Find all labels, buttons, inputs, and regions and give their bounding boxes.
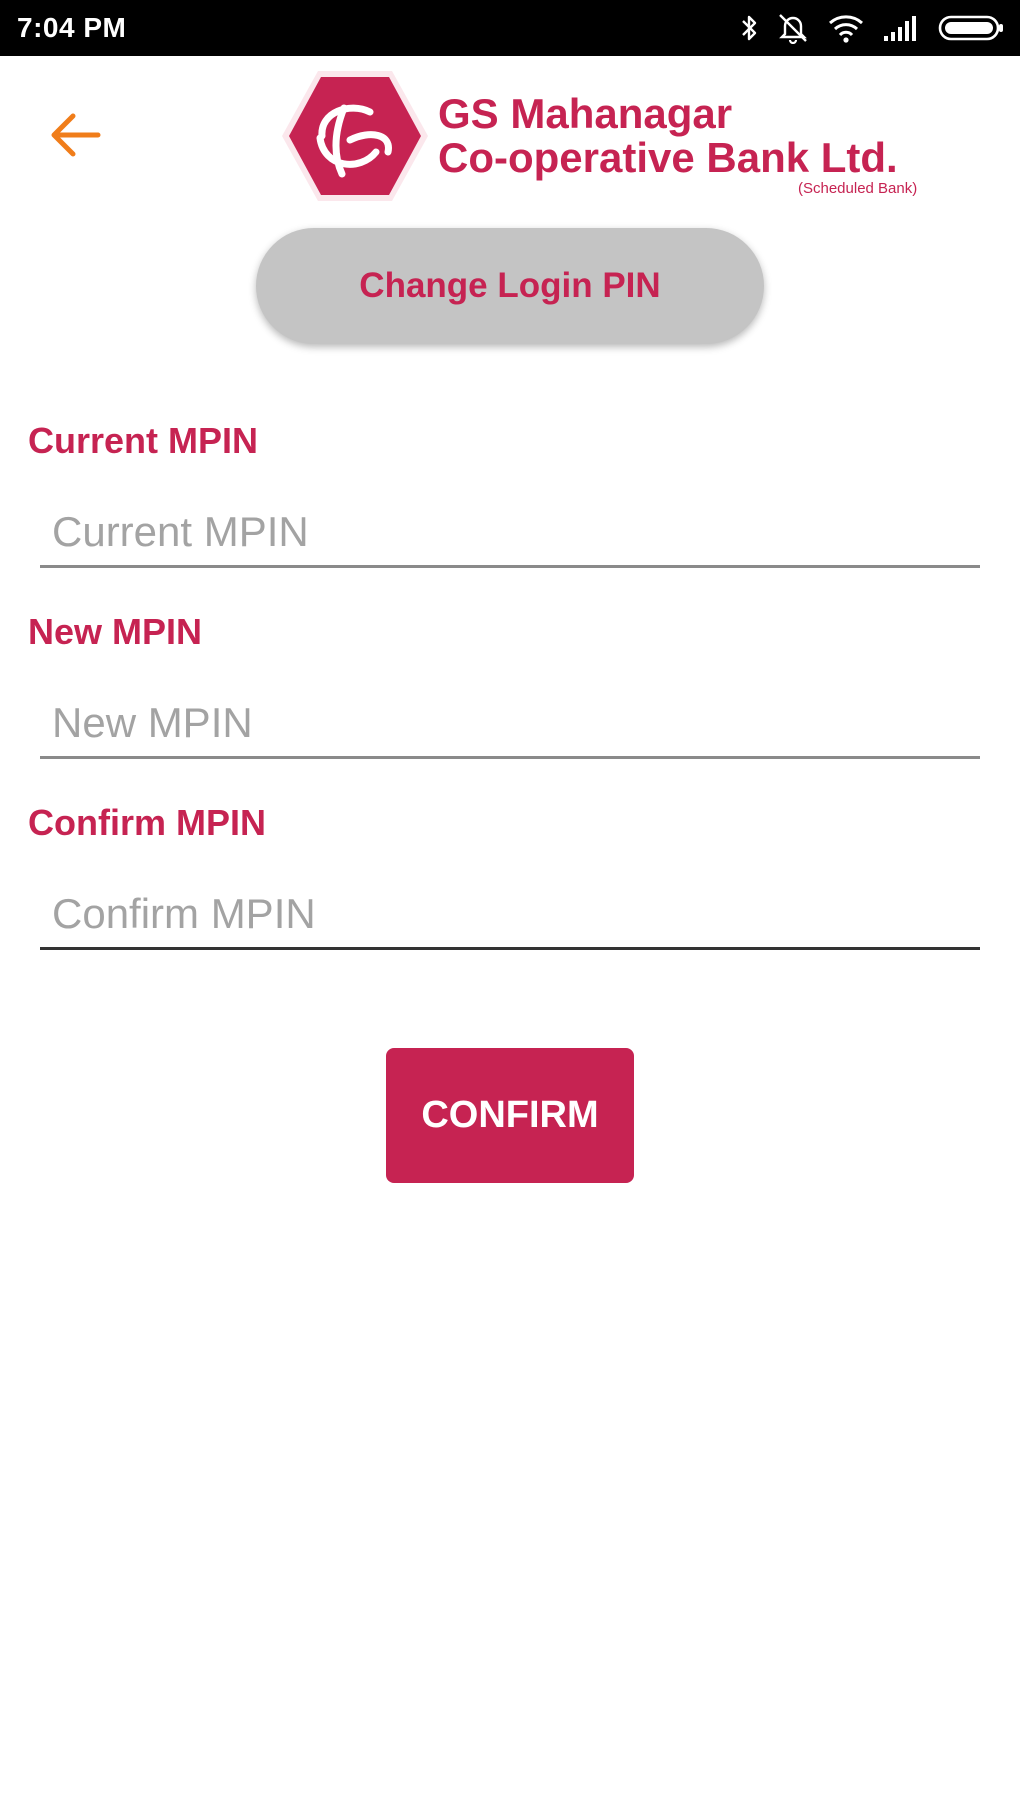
logo-mark-icon: GS <box>280 68 430 209</box>
logo-title-line1: GS Mahanagar <box>438 90 733 137</box>
logo-subtitle: (Scheduled Bank) <box>798 180 918 197</box>
confirm-button[interactable]: CONFIRM <box>386 1048 634 1183</box>
current-mpin-input[interactable] <box>40 498 980 568</box>
back-button[interactable] <box>48 108 108 164</box>
new-mpin-input[interactable] <box>40 689 980 759</box>
battery-icon <box>938 14 1006 42</box>
signal-icon <box>882 14 920 42</box>
logo-title-line2: Co-operative Bank Ltd. <box>438 134 898 181</box>
new-mpin-label: New MPIN <box>28 611 203 652</box>
alarm-off-icon <box>776 12 810 44</box>
bank-logo: GS GS Mahanagar Co-operative Bank Ltd. (… <box>280 68 950 206</box>
confirm-mpin-label: Confirm MPIN <box>28 802 266 843</box>
status-time: 7:04 PM <box>17 12 127 43</box>
current-mpin-label: Current MPIN <box>28 420 259 461</box>
page-title: Change Login PIN <box>256 228 764 344</box>
confirm-mpin-input[interactable] <box>40 880 980 950</box>
bluetooth-icon <box>740 13 758 43</box>
wifi-icon <box>828 13 864 43</box>
status-icons <box>740 10 1006 46</box>
status-bar: 7:04 PM <box>0 0 1020 56</box>
arrow-left-icon <box>48 113 104 168</box>
